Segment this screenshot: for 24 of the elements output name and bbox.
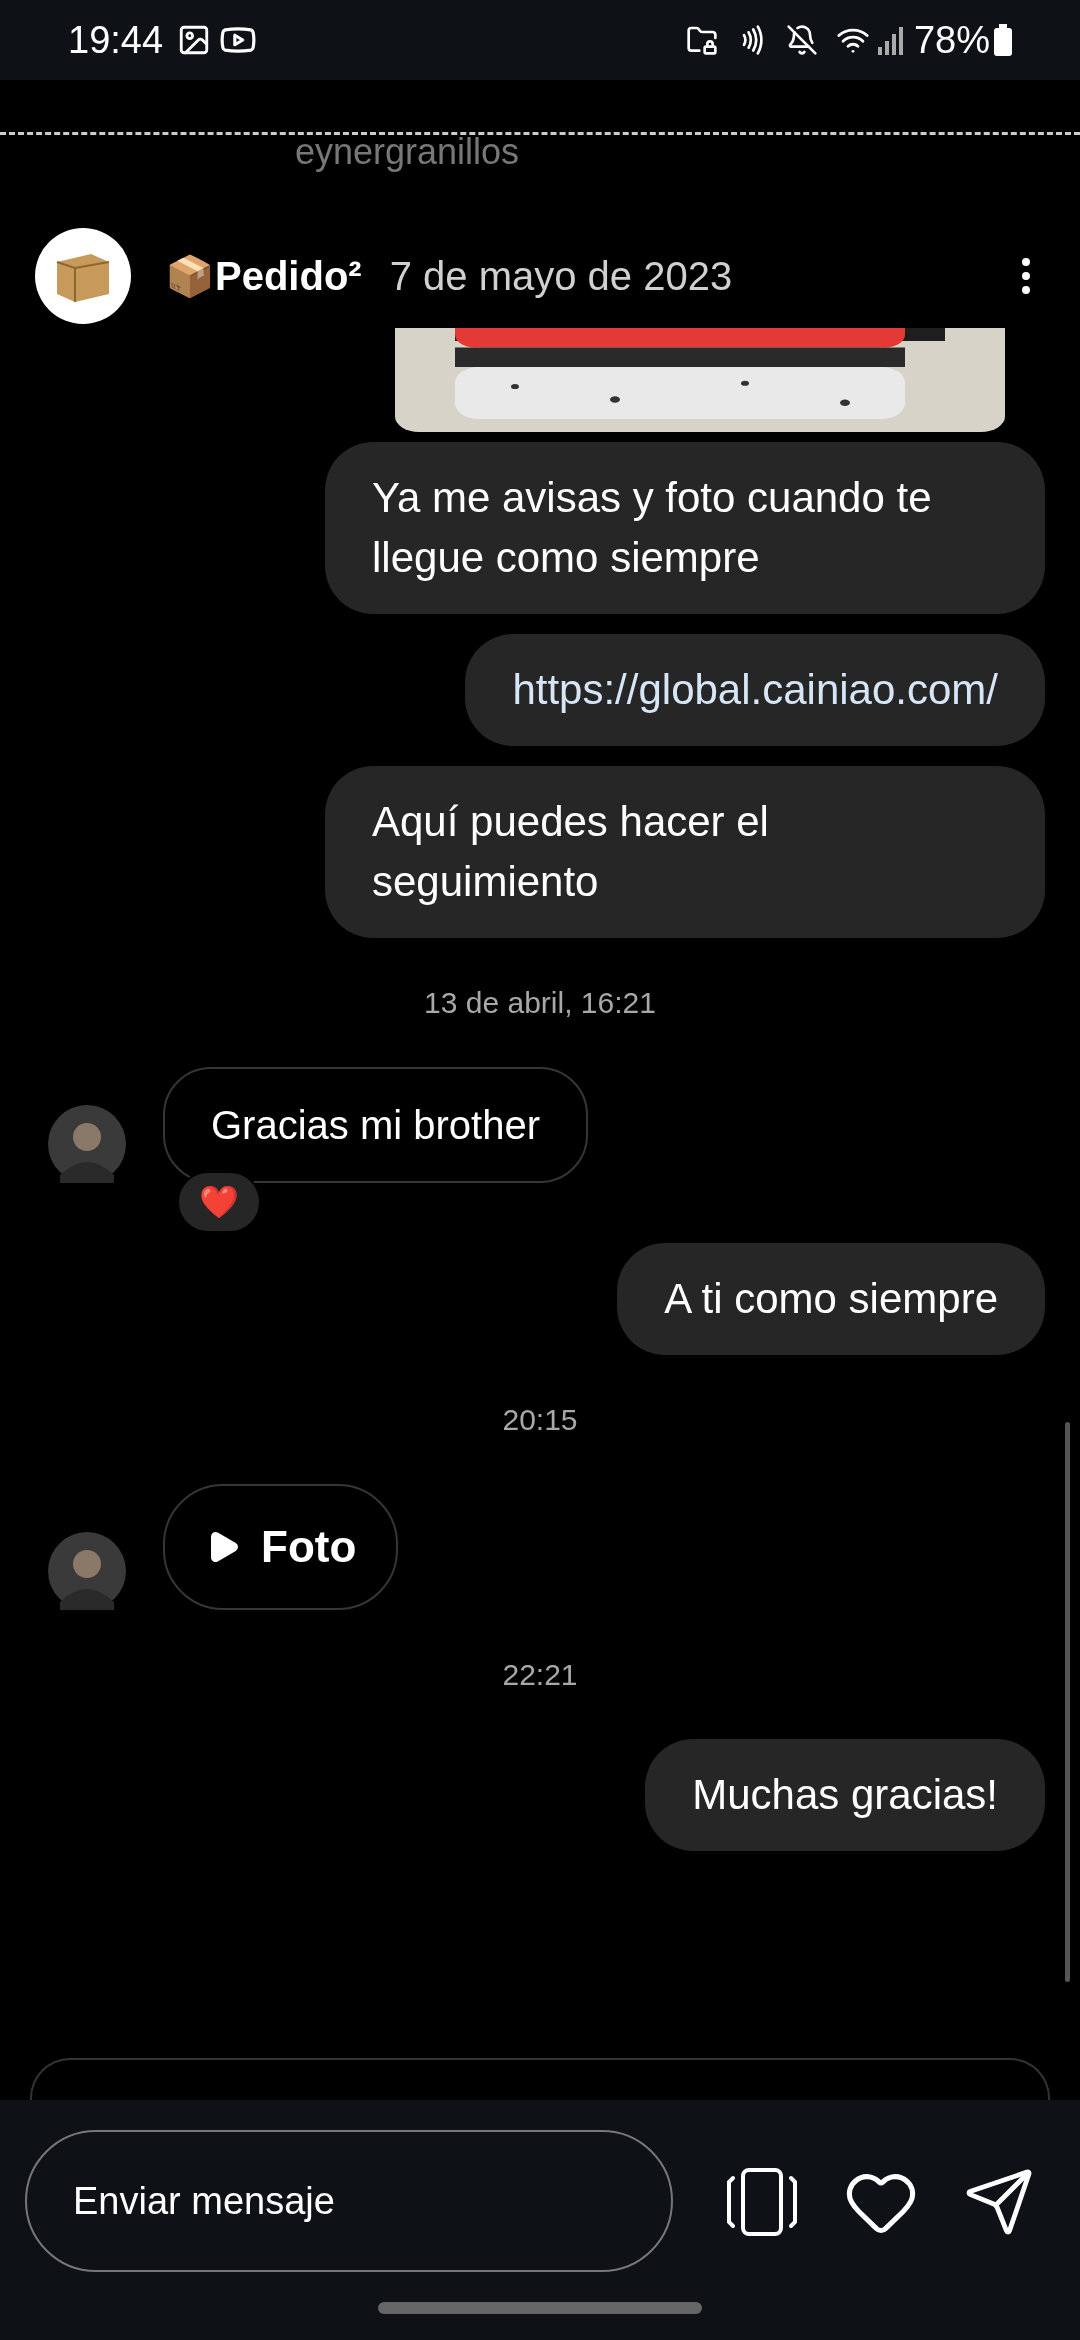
timestamp: 20:15 [502,1402,578,1438]
message-bubble: A ti como siempre [617,1243,1045,1355]
link-message[interactable]: https://global.cainiao.com/ [465,634,1045,746]
reaction-badge: ❤ [177,1171,261,1233]
box-avatar-icon [35,228,131,324]
battery-icon [994,24,1012,56]
message-bubble: Aquí puedes hacer el seguimiento [325,766,1045,938]
story-title: 📦Pedido² [165,253,362,300]
phone-vibrate-icon[interactable] [725,2168,799,2236]
avatar-icon [48,1532,126,1610]
story-date: 7 de mayo de 2023 [389,253,733,300]
message-field[interactable]: Enviar mensaje [25,2130,673,2272]
battery-level: 78% [913,17,990,63]
clock: 19:44 [68,17,164,63]
message-bubble: Muchas gracias! [645,1739,1045,1851]
mute-icon [785,24,818,56]
signal-icon [877,25,904,55]
photo-message[interactable]: Foto [163,1484,399,1610]
avatar-icon [48,1105,126,1183]
message-bubble: Ya me avisas y foto cuando te llegue como siempre [325,442,1045,614]
folder-lock-icon [685,24,718,56]
timestamp: 13 de abril, 16:21 [424,985,656,1021]
username: eynergranillos [295,132,520,174]
timestamp: 22:21 [502,1657,578,1693]
